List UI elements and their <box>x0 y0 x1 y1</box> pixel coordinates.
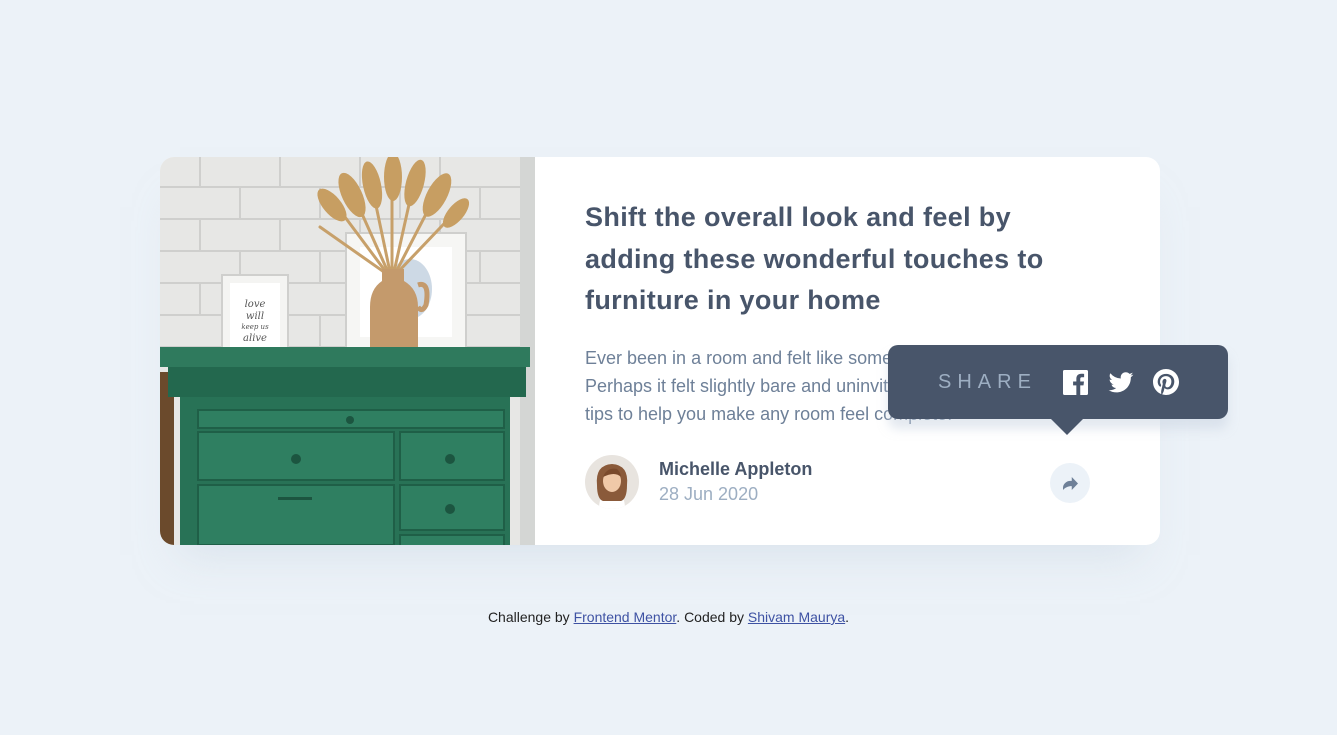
attribution-suffix: . <box>845 609 850 625</box>
svg-text:will: will <box>246 311 264 322</box>
share-button[interactable] <box>1050 463 1090 503</box>
twitter-icon[interactable] <box>1108 369 1134 395</box>
attribution-prefix: Challenge by <box>487 609 570 625</box>
attribution-middle: . Coded by <box>676 609 745 625</box>
pinterest-icon[interactable] <box>1152 369 1179 395</box>
author-link[interactable]: Shivam Maurya <box>748 609 845 625</box>
author-name: Michelle Appleton <box>659 459 813 479</box>
attribution: Challenge by Frontend Mentor. Coded by S… <box>0 609 1337 625</box>
frontend-mentor-link[interactable]: Frontend Mentor <box>574 609 677 625</box>
article-title: Shift the overall look and feel by addin… <box>585 202 1044 315</box>
avatar <box>585 455 639 509</box>
svg-text:keep us: keep us <box>241 323 269 331</box>
facebook-icon[interactable] <box>1063 369 1089 395</box>
svg-text:love: love <box>245 299 266 310</box>
share-tooltip: SHARE <box>888 345 1228 435</box>
publish-date: 28 Jun 2020 <box>659 484 759 504</box>
author-block: Michelle Appleton 28 Jun 2020 <box>585 455 812 509</box>
drawers-image: love will keep us alive <box>160 157 535 545</box>
svg-text:alive: alive <box>243 333 267 344</box>
share-label: SHARE <box>938 370 1037 393</box>
share-icon <box>1062 476 1078 490</box>
author-text: Michelle Appleton 28 Jun 2020 <box>659 457 812 507</box>
